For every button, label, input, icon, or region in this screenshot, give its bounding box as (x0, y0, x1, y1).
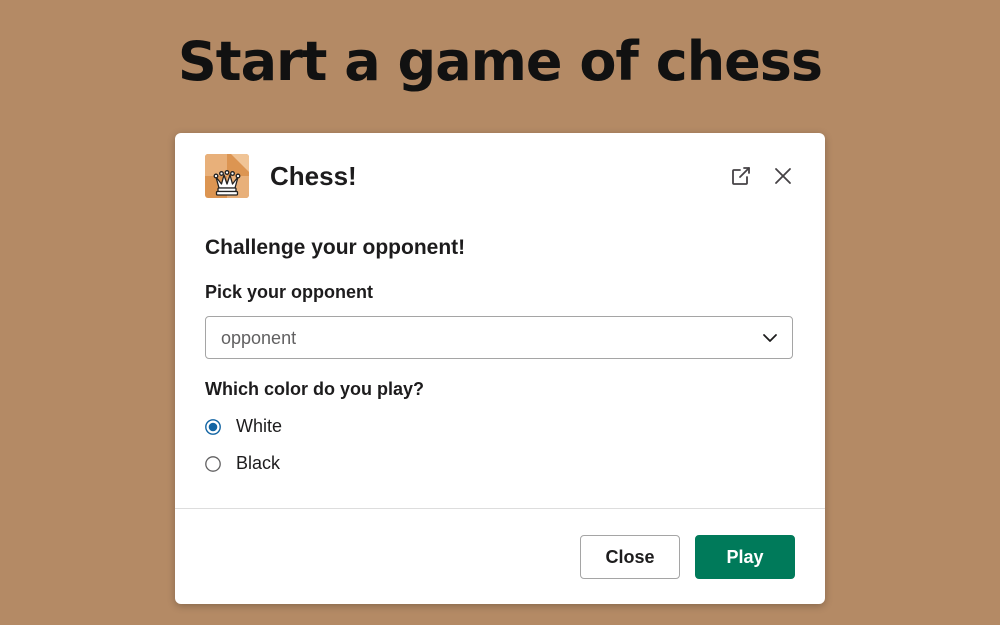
radio-label-black: Black (236, 453, 281, 473)
modal-title: Chess! (270, 161, 357, 191)
opponent-select[interactable]: opponent (205, 316, 793, 359)
opponent-label: Pick your opponent (205, 282, 374, 302)
external-link-icon[interactable] (729, 164, 753, 188)
modal-header: Chess! (205, 154, 795, 198)
chess-queen-icon (205, 154, 249, 198)
page-headline: Start a game of chess (177, 30, 823, 93)
footer-divider (175, 508, 825, 509)
close-icon[interactable] (771, 164, 795, 188)
close-button[interactable]: Close (580, 535, 680, 579)
opponent-select-value: opponent (221, 328, 297, 348)
play-button[interactable]: Play (695, 535, 795, 579)
section-title: Challenge your opponent! (205, 236, 466, 259)
chevron-down-icon (762, 330, 778, 346)
radio-label-white: White (236, 416, 283, 436)
radio-unselected-icon[interactable] (205, 456, 221, 472)
color-label: Which color do you play? (205, 379, 425, 399)
radio-selected-icon[interactable] (205, 419, 221, 435)
chess-modal: Chess! Challenge your opponent! Pick you… (175, 133, 825, 604)
